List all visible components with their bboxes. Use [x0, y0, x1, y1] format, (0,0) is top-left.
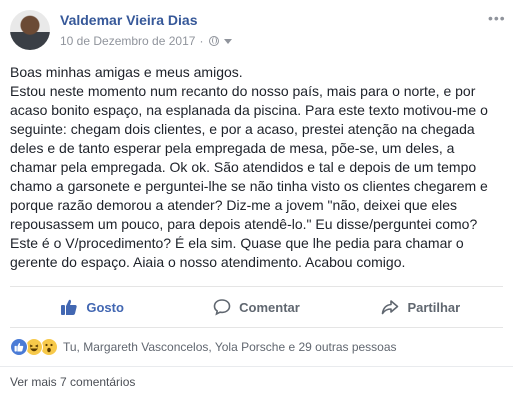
post-meta: 10 de Dezembro de 2017 ·	[60, 34, 233, 48]
post-paragraph: Estou neste momento num recanto do nosso…	[10, 83, 488, 270]
globe-icon[interactable]	[209, 36, 220, 46]
ellipsis-icon[interactable]: •••	[488, 10, 506, 26]
reactions-text[interactable]: Tu, Margareth Vasconcelos, Yola Porsche …	[63, 340, 397, 354]
post-text: Boas minhas amigas e meus amigos. Estou …	[10, 63, 504, 272]
like-label: Gosto	[86, 299, 124, 315]
comment-icon	[213, 298, 231, 316]
post-paragraph: Boas minhas amigas e meus amigos.	[10, 64, 243, 80]
view-more-comments-link[interactable]: Ver mais 7 comentários	[10, 375, 135, 389]
author-name[interactable]: Valdemar Vieira Dias	[60, 12, 198, 28]
divider	[10, 327, 503, 328]
author-avatar[interactable]	[10, 10, 50, 50]
action-bar: Gosto Comentar Partilhar	[10, 287, 503, 327]
share-icon	[381, 298, 399, 316]
like-button[interactable]: Gosto	[10, 287, 174, 327]
comment-button[interactable]: Comentar	[174, 287, 338, 327]
meta-separator: ·	[199, 34, 204, 48]
comment-label: Comentar	[239, 299, 300, 315]
divider	[0, 366, 513, 367]
share-label: Partilhar	[407, 299, 461, 315]
share-button[interactable]: Partilhar	[339, 287, 503, 327]
chevron-down-icon[interactable]	[224, 38, 233, 44]
like-icon	[10, 338, 28, 356]
facebook-post: Valdemar Vieira Dias 10 de Dezembro de 2…	[0, 0, 513, 400]
post-date[interactable]: 10 de Dezembro de 2017	[60, 34, 195, 48]
thumbs-up-icon	[60, 298, 78, 316]
reactions-summary[interactable]: Tu, Margareth Vasconcelos, Yola Porsche …	[10, 337, 397, 357]
